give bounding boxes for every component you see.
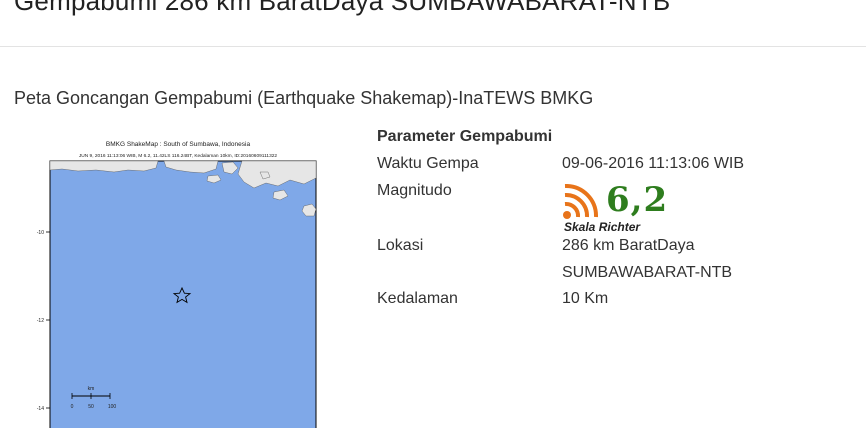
location-value-line2: SUMBAWABARAT-NTB <box>562 264 733 281</box>
magnitude-badge: 6,2 Skala Richter <box>562 180 672 236</box>
shakemap-svg: BMKG ShakeMap : South of Sumbawa, Indone… <box>28 128 328 428</box>
location-label: Lokasi <box>377 237 424 254</box>
page-heading: Gempabumi 286 km BaratDaya SUMBAWABARAT-… <box>14 0 671 16</box>
signal-waves-icon <box>563 184 599 219</box>
lat-label: -14 <box>37 406 44 412</box>
scale-tick: 0 <box>71 404 74 410</box>
depth-value: 10 Km <box>562 290 609 307</box>
time-label: Waktu Gempa <box>377 155 479 172</box>
map-subtitle: JUN 9, 2016 11:13:06 WIB, M 6.2, 11.42LS… <box>79 153 278 159</box>
magnitude-value: 6,2 <box>606 180 669 220</box>
time-value: 09-06-2016 11:13:06 WIB <box>562 155 745 172</box>
lat-label: -12 <box>37 318 44 324</box>
section-title: Peta Goncangan Gempabumi (Earthquake Sha… <box>14 88 594 108</box>
depth-label: Kedalaman <box>377 290 458 307</box>
scale-tick: 50 <box>88 404 94 410</box>
scale-tick: 100 <box>108 404 117 410</box>
parameters-title: Parameter Gempabumi <box>377 128 553 145</box>
map-title: BMKG ShakeMap : South of Sumbawa, Indone… <box>106 141 251 148</box>
magnitude-scale-label: Skala Richter <box>564 220 641 234</box>
shakemap-image[interactable]: BMKG ShakeMap : South of Sumbawa, Indone… <box>28 128 328 428</box>
header-divider <box>0 46 866 47</box>
scale-unit: km <box>88 386 95 392</box>
magnitude-label: Magnitudo <box>377 182 452 199</box>
location-value: 286 km BaratDaya <box>562 237 695 254</box>
lat-label: -10 <box>37 230 44 236</box>
